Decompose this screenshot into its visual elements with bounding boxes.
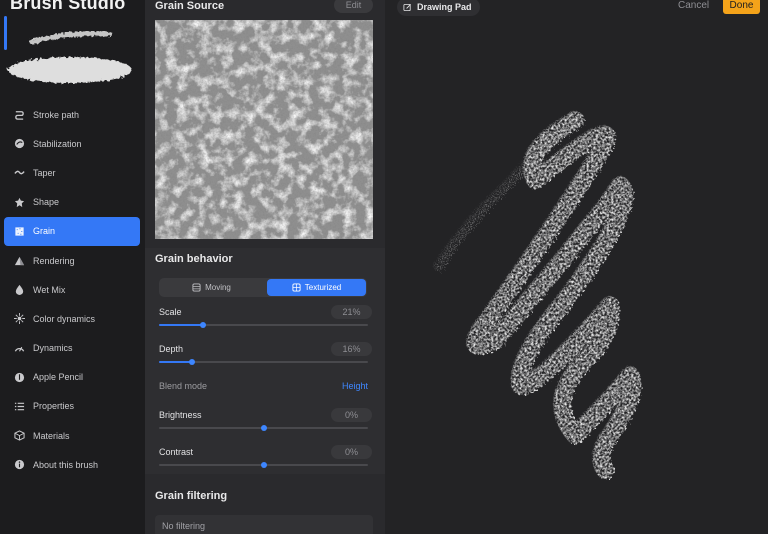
brush-stroke-sample [432,111,642,479]
sidebar-item-label: Wet Mix [33,284,66,295]
sidebar-item-label: Stroke path [33,109,80,120]
sidebar-item-label: Taper [33,167,56,178]
sidebar-item-about-this-brush[interactable]: About this brush [4,450,140,479]
sidebar-item-materials[interactable]: Materials [4,421,140,450]
stroke-path-icon [13,109,25,121]
sidebar: Brush Studio Stroke path Stabilization Tap… [0,0,145,534]
grain-behavior-title: Grain behavior [155,253,233,265]
grain-icon [13,225,25,237]
color-dynamics-icon [13,313,25,325]
sidebar-item-color-dynamics[interactable]: Color dynamics [4,304,140,333]
blend-mode-label: Blend mode [159,381,208,391]
scale-slider-handle[interactable] [199,322,206,328]
sidebar-item-label: Shape [33,197,60,208]
cancel-button[interactable]: Cancel [678,0,709,11]
dynamics-icon [13,342,25,354]
depth-slider-handle[interactable] [189,359,196,365]
contrast-slider-handle[interactable] [260,462,267,468]
done-button[interactable]: Done [723,0,760,14]
sidebar-item-stabilization[interactable]: Stabilization [4,129,140,158]
texturized-icon [292,283,301,292]
scale-label: Scale [159,307,182,317]
sidebar-item-properties[interactable]: Properties [4,392,140,421]
brush-preview[interactable] [6,20,140,92]
edit-pad-icon [403,3,411,11]
apple-pencil-icon [13,371,25,383]
grain-mode-segmented-control: Moving Texturized [159,278,367,297]
sidebar-item-label: Grain [33,226,56,237]
sidebar-item-label: Rendering [33,255,75,266]
sidebar-item-wet-mix[interactable]: Wet Mix [4,275,140,304]
sidebar-item-taper[interactable]: Taper [4,158,140,187]
brightness-slider-handle[interactable] [260,425,267,431]
sidebar-item-label: Apple Pencil [33,372,84,383]
moving-icon [192,283,201,292]
grain-texture-preview[interactable] [155,20,373,239]
depth-slider[interactable] [159,357,368,367]
settings-panel: Grain Source Edit Grain behavior Moving … [145,0,385,534]
sidebar-nav: Stroke path Stabilization Taper Shape Grain R… [4,100,140,479]
edit-button[interactable]: Edit [334,0,373,13]
sidebar-item-apple-pencil[interactable]: Apple Pencil [4,363,140,392]
texturized-mode-button[interactable]: Texturized [267,279,366,296]
taper-icon [13,167,25,179]
sidebar-item-label: Properties [33,401,75,412]
scale-value[interactable]: 21% [331,305,372,319]
rendering-icon [13,255,25,267]
contrast-slider[interactable] [159,460,368,470]
sidebar-item-rendering[interactable]: Rendering [4,246,140,275]
moving-mode-button[interactable]: Moving [160,279,263,296]
sidebar-item-label: Dynamics [33,343,73,354]
shape-icon [13,196,25,208]
contrast-label: Contrast [159,447,194,457]
wet-mix-icon [13,284,25,296]
sidebar-item-label: Stabilization [33,138,82,149]
texturized-label: Texturized [304,283,342,292]
contrast-value[interactable]: 0% [331,445,372,459]
info-icon [13,459,25,471]
properties-icon [13,400,25,412]
sidebar-item-grain[interactable]: Grain [4,216,140,246]
drawing-pad-title[interactable]: Drawing Pad [397,0,480,16]
sidebar-item-label: Color dynamics [33,313,96,324]
sidebar-item-stroke-path[interactable]: Stroke path [4,100,140,129]
grain-filtering-title: Grain filtering [155,490,228,502]
sidebar-item-label: Materials [33,430,70,441]
drawing-pad-title-text: Drawing Pad [417,2,472,12]
sidebar-item-dynamics[interactable]: Dynamics [4,334,140,363]
grain-filtering-option[interactable]: No filtering [155,515,373,534]
brightness-label: Brightness [159,410,202,420]
drawing-pad[interactable]: Drawing Pad Cancel Done [385,0,768,534]
app-title: Brush Studio [10,0,126,13]
brightness-value[interactable]: 0% [331,408,372,422]
depth-value[interactable]: 16% [331,342,372,356]
scale-slider[interactable] [159,320,368,330]
depth-label: Depth [159,344,184,354]
moving-label: Moving [205,283,231,292]
blend-mode-value[interactable]: Height [325,381,368,391]
brightness-slider[interactable] [159,423,368,433]
sidebar-item-shape[interactable]: Shape [4,188,140,217]
grain-source-title: Grain Source [155,0,225,12]
stabilization-icon [13,138,25,150]
sidebar-item-label: About this brush [33,459,99,470]
materials-icon [13,430,25,442]
